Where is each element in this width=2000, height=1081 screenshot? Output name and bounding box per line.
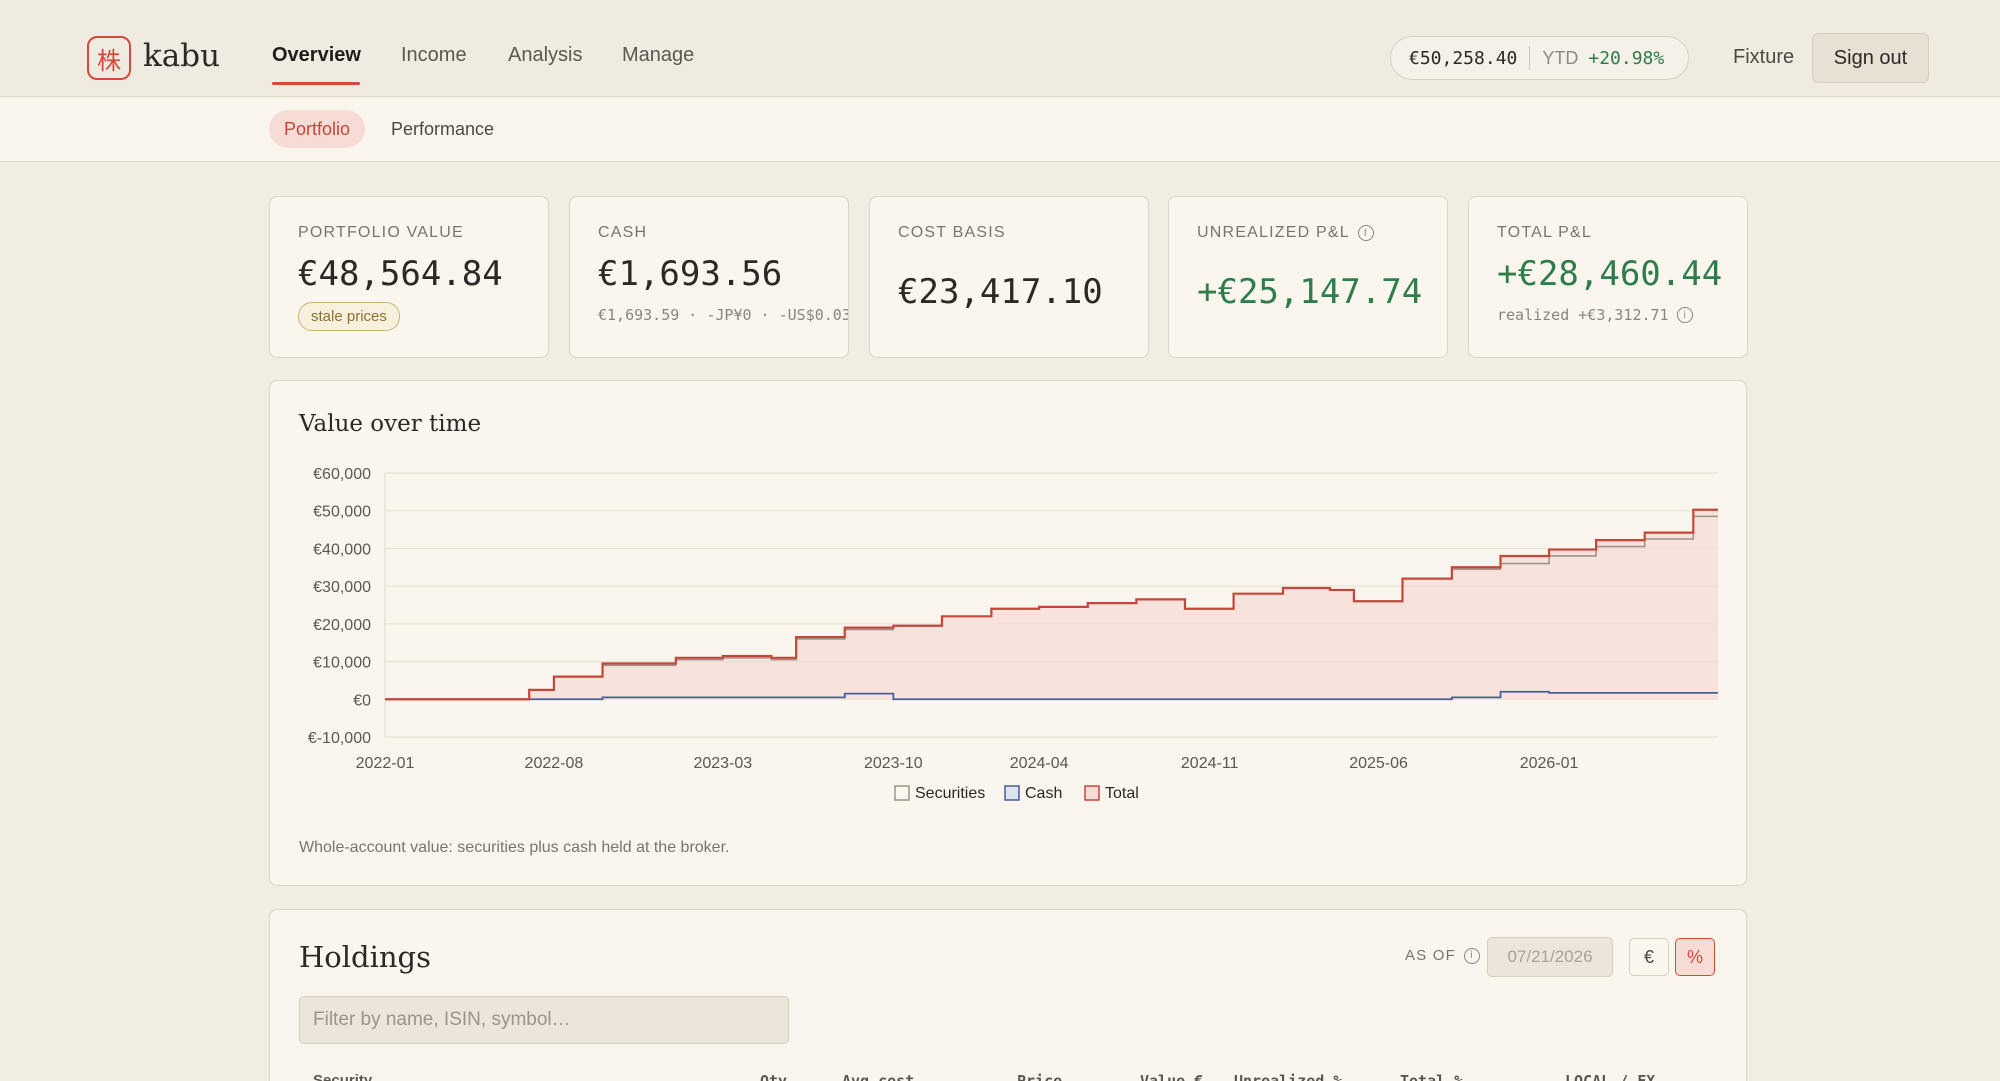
- nav-analysis[interactable]: Analysis: [508, 44, 582, 67]
- total-pnl-value: +€28,460.44: [1497, 254, 1723, 294]
- column-header-avg-cost[interactable]: Avg cost: [842, 1072, 914, 1081]
- card-label: CASH: [598, 224, 648, 241]
- x-tick-label: 2024-11: [1181, 755, 1239, 772]
- tab-performance[interactable]: Performance: [376, 110, 509, 148]
- info-icon[interactable]: i: [1357, 225, 1374, 241]
- as-of-text: AS OF: [1405, 947, 1457, 964]
- y-tick-label: €50,000: [313, 504, 371, 521]
- nav-income[interactable]: Income: [401, 44, 467, 67]
- currency-toggle-button[interactable]: €: [1629, 938, 1669, 976]
- nav-active-indicator: [272, 82, 360, 85]
- cash-breakdown: €1,693.59 · -JP¥0 · -US$0.03: [598, 306, 849, 324]
- cash-value: €1,693.56: [598, 254, 783, 294]
- logo-icon[interactable]: 株: [87, 36, 131, 80]
- y-tick-label: €0: [353, 692, 371, 709]
- legend-swatch-securities: [894, 785, 910, 801]
- column-header-price[interactable]: Price: [1017, 1072, 1062, 1081]
- card-total-pnl: TOTAL P&L +€28,460.44 realized +€3,312.7…: [1468, 196, 1748, 358]
- info-icon[interactable]: i: [1464, 947, 1481, 964]
- nav-overview[interactable]: Overview: [272, 44, 361, 67]
- card-cash: CASH €1,693.56 €1,693.59 · -JP¥0 · -US$0…: [569, 196, 849, 358]
- column-header-security[interactable]: Security: [313, 1072, 372, 1081]
- y-tick-label: €30,000: [313, 579, 371, 596]
- as-of-label: AS OF i: [1405, 947, 1481, 964]
- summary-divider: [1529, 46, 1531, 70]
- realized-pnl-text: realized +€3,312.71: [1497, 306, 1669, 324]
- x-tick-label: 2022-01: [356, 755, 415, 772]
- legend-label-cash: Cash: [1025, 785, 1062, 802]
- card-unrealized-pnl: UNREALIZED P&L i +€25,147.74: [1168, 196, 1448, 358]
- y-tick-label: €10,000: [313, 655, 371, 672]
- portfolio-summary-pill: €50,258.40 YTD +20.98%: [1390, 36, 1689, 80]
- card-label: TOTAL P&L: [1497, 224, 1592, 241]
- sub-nav: Portfolio Performance: [0, 98, 2000, 162]
- legend-label-total: Total: [1105, 785, 1139, 802]
- y-tick-label: €-10,000: [308, 730, 371, 747]
- y-tick-label: €60,000: [313, 466, 371, 483]
- x-tick-label: 2022-08: [525, 755, 584, 772]
- tab-portfolio[interactable]: Portfolio: [269, 110, 366, 148]
- x-tick-label: 2024-04: [1010, 755, 1069, 772]
- card-portfolio-value: PORTFOLIO VALUE €48,564.84 stale prices: [269, 196, 549, 358]
- card-label: COST BASIS: [898, 224, 1006, 241]
- info-icon[interactable]: i: [1676, 307, 1693, 323]
- y-tick-label: €40,000: [313, 541, 371, 558]
- as-of-date-input[interactable]: 07/21/2026: [1487, 937, 1613, 977]
- nav-manage[interactable]: Manage: [622, 44, 694, 67]
- summary-ytd-change: +20.98%: [1588, 47, 1665, 69]
- cost-basis-value: €23,417.10: [898, 272, 1103, 312]
- x-tick-label: 2026-01: [1520, 755, 1579, 772]
- x-tick-label: 2025-06: [1349, 755, 1408, 772]
- card-label: PORTFOLIO VALUE: [298, 224, 464, 241]
- app-name[interactable]: kabu: [143, 38, 220, 74]
- column-header-qty[interactable]: Qty: [760, 1072, 787, 1081]
- holdings-title: Holdings: [299, 940, 431, 974]
- percent-toggle-button[interactable]: %: [1675, 938, 1715, 976]
- holdings-panel: Holdings AS OF i 07/21/2026 € % Security…: [269, 909, 1747, 1081]
- column-header-unrealized[interactable]: Unrealized %: [1234, 1072, 1342, 1081]
- summary-ytd-label: YTD: [1542, 47, 1579, 68]
- value-over-time-chart[interactable]: €60,000 €50,000 €40,000 €30,000 €20,000 €10,0…: [270, 381, 1748, 821]
- unrealized-pnl-value: +€25,147.74: [1197, 272, 1423, 312]
- stale-prices-badge: stale prices: [298, 302, 400, 331]
- card-label-text: UNREALIZED P&L: [1197, 224, 1350, 241]
- portfolio-value: €48,564.84: [298, 254, 503, 294]
- legend-label-securities: Securities: [915, 785, 985, 802]
- y-tick-label: €20,000: [313, 617, 371, 634]
- value-over-time-panel: Value over time €60,000 €50,000 €40,000 €30…: [269, 380, 1747, 886]
- x-tick-label: 2023-10: [864, 755, 923, 772]
- card-label: UNREALIZED P&L i: [1197, 224, 1419, 242]
- realized-pnl: realized +€3,312.71 i: [1497, 306, 1719, 324]
- card-cost-basis: COST BASIS €23,417.10: [869, 196, 1149, 358]
- summary-value: €50,258.40: [1409, 47, 1518, 69]
- x-tick-label: 2023-03: [693, 755, 752, 772]
- holdings-filter-input[interactable]: [299, 996, 789, 1044]
- top-bar: 株 kabu Overview Income Analysis Manage €…: [0, 0, 2000, 97]
- sign-out-button[interactable]: Sign out: [1812, 33, 1929, 83]
- legend-swatch-cash: [1004, 785, 1020, 801]
- legend-swatch-total: [1084, 785, 1100, 801]
- fixture-button[interactable]: Fixture: [1733, 46, 1794, 69]
- column-header-total[interactable]: Total %: [1400, 1072, 1463, 1081]
- chart-caption: Whole-account value: securities plus cas…: [299, 839, 730, 856]
- column-header-value[interactable]: Value €: [1140, 1072, 1203, 1081]
- total-area: [385, 509, 1718, 700]
- column-header-local-fx[interactable]: LOCAL / FX: [1565, 1072, 1655, 1081]
